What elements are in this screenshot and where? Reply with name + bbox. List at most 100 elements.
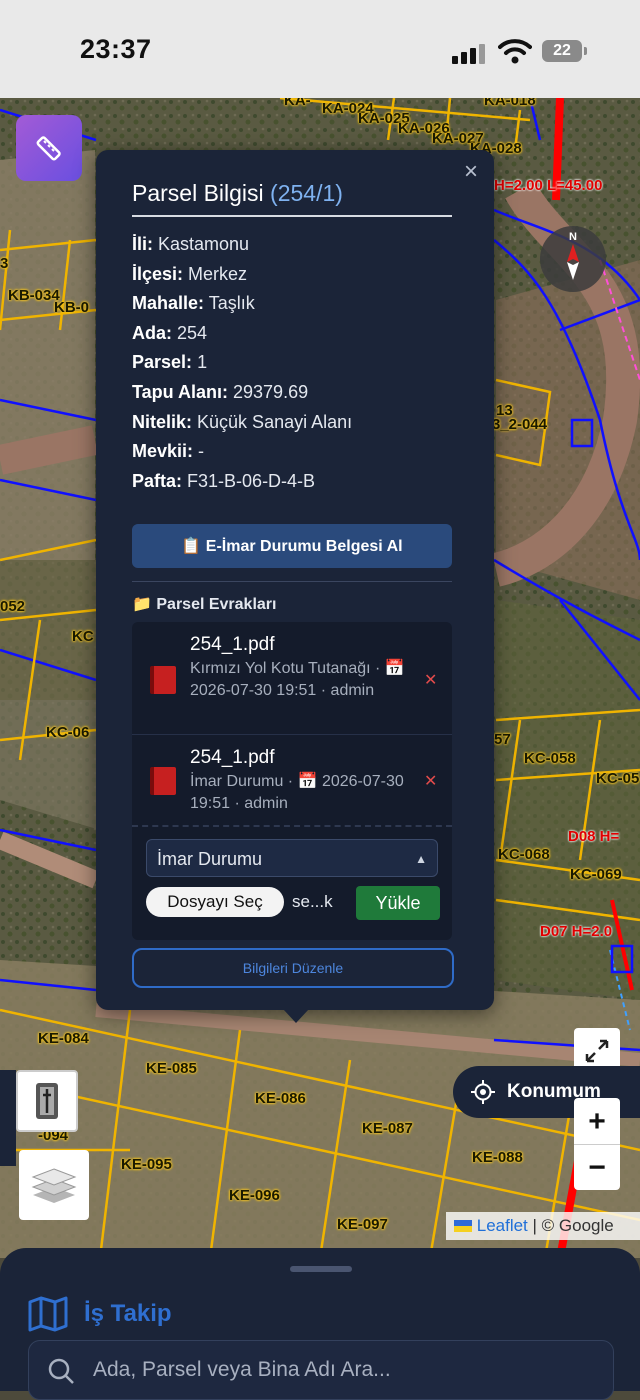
parcel-label: KE-095 (121, 1156, 172, 1173)
info-label: Mahalle: (132, 293, 205, 314)
parcel-label: 3_2-044 (492, 416, 548, 433)
parcel-label: KC-068 (498, 846, 550, 863)
battery-cap (584, 47, 587, 55)
parcel-label: KC-05 (596, 770, 640, 787)
popup-title-text: Parsel Bilgisi (132, 180, 264, 206)
info-value: 1 (197, 352, 208, 373)
compass-button[interactable]: N (540, 226, 606, 292)
upload-divider (132, 825, 452, 827)
delete-document-icon[interactable]: ✕ (424, 670, 437, 690)
popup-pointer (283, 1009, 309, 1023)
info-row: Mahalle: Taşlık (132, 293, 255, 314)
document-name[interactable]: 254_1.pdf (190, 634, 275, 656)
compass-north-label: N (569, 231, 577, 243)
divider (132, 734, 452, 735)
parcel-label: KC-06 (46, 724, 90, 741)
parcel-label: KE-096 (229, 1187, 280, 1204)
street-view-button[interactable] (16, 1070, 78, 1132)
road-label: H=2.00 L=45.00 (494, 177, 603, 194)
info-value: Küçük Sanayi Alanı (197, 411, 353, 432)
compass-icon: N (567, 231, 579, 280)
parcel-label: KE-085 (146, 1060, 197, 1077)
popup-title-parcel-id: (254/1) (270, 180, 343, 206)
status-time: 23:37 (80, 34, 152, 64)
info-row: Tapu Alanı: 29379.69 (132, 382, 308, 403)
edit-info-button[interactable]: Bilgileri Düzenle (132, 948, 454, 988)
zoom-in-button[interactable]: + (574, 1099, 620, 1145)
info-row: İli: Kastamonu (132, 234, 249, 255)
parcel-documents-heading: 📁 Parsel Evrakları (132, 596, 277, 613)
parcel-label: KB-0 (54, 299, 90, 316)
zoom-control: + − (574, 1098, 620, 1190)
layers-icon (31, 1168, 77, 1203)
info-label: Parsel: (132, 352, 193, 373)
parcel-label: KE-084 (38, 1030, 89, 1047)
parcel-label: 57 (494, 731, 511, 748)
parcel-label: KC-069 (570, 866, 622, 883)
ruler-icon (36, 136, 61, 161)
search-placeholder: Ada, Parsel veya Bina Adı Ara... (93, 1358, 391, 1381)
info-value: Merkez (188, 263, 248, 284)
upload-button[interactable]: Yükle (356, 886, 440, 920)
phone-tower-icon (36, 1083, 58, 1119)
documents-panel: 254_1.pdf Kırmızı Yol Kotu Tutanağı · 📅 … (132, 622, 452, 940)
info-value: - (198, 441, 205, 462)
info-row: Nitelik: Küçük Sanayi Alanı (132, 412, 352, 433)
left-panel-edge (0, 1070, 16, 1166)
leaflet-link[interactable]: Leaflet (477, 1216, 528, 1235)
info-label: Pafta: (132, 470, 183, 491)
parcel-label: 052 (0, 598, 26, 615)
info-value: Taşlık (208, 293, 255, 314)
delete-document-icon[interactable]: ✕ (424, 771, 437, 791)
info-row: İlçesi: Merkez (132, 264, 247, 285)
parcel-label: KE-087 (362, 1120, 413, 1137)
sheet-drag-handle[interactable] (290, 1266, 352, 1272)
map-icon (28, 1296, 68, 1332)
info-label: Mevkii: (132, 441, 194, 462)
google-attribution: | © Google (527, 1216, 614, 1235)
expand-icon (585, 1039, 609, 1063)
choose-file-button[interactable]: Dosyayı Seç (146, 887, 284, 917)
info-row: Ada: 254 (132, 323, 207, 344)
info-row: Parsel: 1 (132, 352, 207, 373)
chosen-file-name: se...k (292, 892, 333, 911)
info-row: Mevkii: - (132, 441, 204, 462)
document-type-select[interactable]: İmar Durumu ▲ (146, 839, 438, 877)
parcel-label: KB-034 (8, 287, 60, 304)
info-value: F31-B-06-D-4-B (187, 470, 316, 491)
bottom-sheet[interactable]: İş Takip Ada, Parsel veya Bina Adı Ara..… (0, 1248, 640, 1400)
document-meta: İmar Durumu · 📅 2026-07-30 19:51 · admin (190, 773, 404, 812)
parcel-label: KE-097 (337, 1216, 388, 1233)
info-label: İlçesi: (132, 263, 184, 284)
popup-title: Parsel Bilgisi (254/1) (132, 180, 343, 207)
status-bar: 23:37 22 (0, 0, 640, 98)
parcel-label: KA- (284, 98, 311, 109)
info-value: 29379.69 (233, 382, 309, 402)
document-type-value: İmar Durumu (157, 849, 263, 869)
info-label: Nitelik: (132, 411, 193, 432)
e-imar-document-button[interactable]: 📋 E-İmar Durumu Belgesi Al (132, 524, 452, 568)
search-input[interactable]: Ada, Parsel veya Bina Adı Ara... (28, 1340, 614, 1400)
parcel-label: KC-058 (524, 750, 576, 767)
info-value: Kastamonu (158, 234, 250, 254)
divider (132, 581, 452, 582)
cellular-signal-icon (452, 42, 488, 64)
measure-tool-button[interactable] (16, 115, 82, 181)
pdf-book-icon (150, 666, 176, 694)
parcel-info-popup: × Parsel Bilgisi (254/1) İli: Kastamonu İ… (96, 150, 494, 1010)
document-name[interactable]: 254_1.pdf (190, 747, 275, 769)
parcel-label: KE-086 (255, 1090, 306, 1107)
search-icon (48, 1358, 74, 1384)
info-label: Ada: (132, 322, 172, 343)
parcel-label: 3 (0, 255, 9, 272)
wifi-icon (498, 38, 532, 64)
pdf-book-icon (150, 767, 176, 795)
sheet-title: İş Takip (84, 1300, 172, 1327)
layers-button[interactable] (19, 1150, 89, 1220)
close-icon[interactable]: × (464, 158, 478, 186)
zoom-out-button[interactable]: − (574, 1145, 620, 1190)
select-chevron-icon: ▲ (415, 852, 427, 866)
battery-icon: 22 (542, 40, 582, 62)
info-label: İli: (132, 234, 153, 254)
parcel-label: KA-018 (484, 98, 536, 109)
